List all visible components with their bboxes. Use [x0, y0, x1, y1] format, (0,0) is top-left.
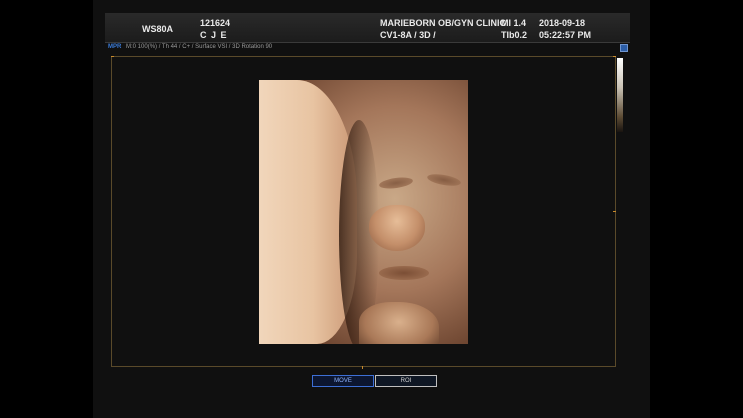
- header-bar: WS80A 121624 C J E MARIEBORN OB/GYN CLIN…: [105, 13, 630, 43]
- exam-date: 2018-09-18: [539, 18, 586, 28]
- render-nose-region: [369, 205, 425, 251]
- mpr-mode-label: MPR: [108, 44, 122, 50]
- frame-corner-marker: [613, 56, 616, 57]
- probe-mode: CV1-8A / 3D /: [380, 30, 436, 40]
- render-eye-region: [426, 172, 462, 188]
- render-eye-region: [378, 175, 414, 191]
- imaging-parameters-bar: MPR M:0 100(%) / Th 44 / C+ / Surface VS…: [108, 44, 628, 53]
- exam-time: 05:22:57 PM: [539, 30, 592, 40]
- move-button[interactable]: MOVE: [312, 375, 374, 387]
- render-mouth-region: [379, 266, 429, 280]
- frame-side-marker: [613, 211, 616, 212]
- frame-corner-marker: [111, 56, 114, 57]
- imaging-parameters: M:0 100(%) / Th 44 / C+ / Surface VSI / …: [126, 44, 273, 50]
- roi-button[interactable]: ROI: [375, 375, 437, 387]
- mechanical-index: MI 1.4: [501, 18, 527, 28]
- patient-id: 121624: [200, 18, 231, 28]
- render-hand-region: [359, 302, 439, 344]
- display-toggle-icon[interactable]: [620, 44, 628, 52]
- device-model: WS80A: [142, 24, 174, 34]
- clinic-name: MARIEBORN OB/GYN CLINIC: [380, 18, 506, 28]
- frame-bottom-marker: [362, 366, 363, 369]
- gray-scale-bar: [617, 58, 623, 132]
- patient-name: C J E: [200, 30, 228, 40]
- thermal-index: TIb0.2: [501, 30, 528, 40]
- 3d-fetal-face-render[interactable]: [259, 80, 468, 344]
